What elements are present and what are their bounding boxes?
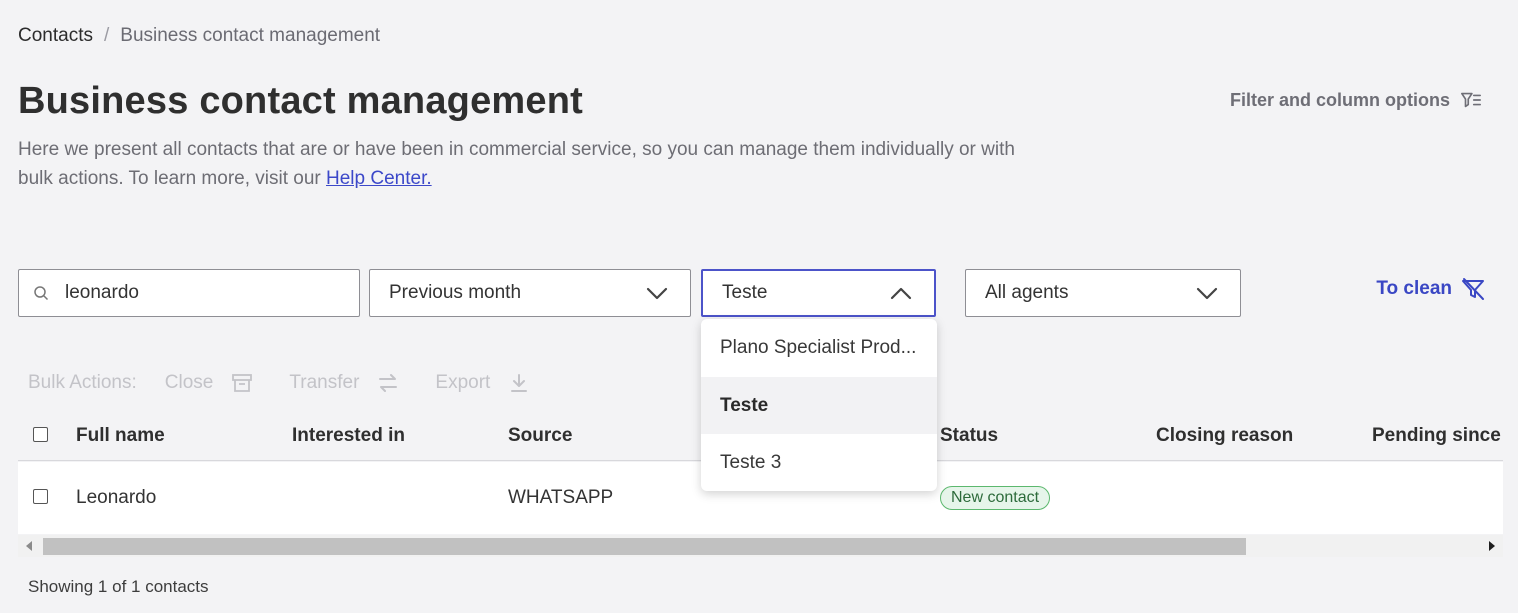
bulk-export-button[interactable]: Export — [435, 372, 530, 394]
results-summary: Showing 1 of 1 contacts — [28, 577, 209, 596]
search-field[interactable]: leonardo — [18, 269, 360, 317]
horizontal-scrollbar[interactable] — [18, 535, 1503, 557]
filter-column-options-label: Filter and column options — [1230, 89, 1450, 110]
bulk-export-label: Export — [435, 372, 491, 393]
plan-select[interactable]: Teste — [701, 269, 936, 317]
bulk-actions-label: Bulk Actions: — [28, 372, 137, 393]
chevron-down-icon — [1196, 287, 1218, 300]
column-header[interactable]: Status — [940, 412, 998, 459]
plan-select-value: Teste — [722, 282, 768, 303]
column-header[interactable]: Full name — [76, 412, 165, 459]
date-range-select[interactable]: Previous month — [369, 269, 691, 317]
column-header[interactable]: Closing reason — [1156, 412, 1293, 459]
download-icon — [511, 374, 528, 392]
column-header[interactable]: Interested in — [292, 412, 405, 459]
bulk-actions-bar: Bulk Actions: Close Transfer Export — [28, 372, 566, 394]
plan-dropdown-menu: Plano Specialist Prod... Teste Teste 3 — [701, 319, 937, 491]
breadcrumb: Contacts / Business contact management — [18, 25, 380, 47]
breadcrumb-current: Business contact management — [120, 25, 381, 46]
breadcrumb-separator: / — [103, 25, 110, 46]
scrollbar-thumb[interactable] — [43, 538, 1246, 555]
status-badge: New contact — [940, 486, 1051, 510]
breadcrumb-contacts-link[interactable]: Contacts — [18, 25, 93, 47]
scroll-left-arrow-icon[interactable] — [26, 541, 32, 551]
description-text: Here we present all contacts that are or… — [18, 139, 1015, 189]
search-icon — [34, 286, 49, 301]
cell-source: WHATSAPP — [508, 487, 614, 508]
bulk-transfer-button[interactable]: Transfer — [289, 372, 399, 394]
clean-filters-label: To clean — [1376, 278, 1452, 299]
search-input-value[interactable]: leonardo — [65, 282, 139, 304]
filter-column-options-button[interactable]: Filter and column options — [1230, 89, 1482, 111]
bulk-transfer-label: Transfer — [289, 372, 360, 393]
select-all-checkbox[interactable] — [33, 427, 48, 442]
agents-select-value: All agents — [985, 282, 1069, 303]
filter-list-icon — [1461, 92, 1481, 108]
bulk-close-button[interactable]: Close — [165, 372, 254, 394]
transfer-icon — [379, 374, 398, 392]
dropdown-option-selected[interactable]: Teste — [701, 376, 937, 434]
help-center-link[interactable]: Help Center. — [326, 168, 432, 189]
dropdown-option[interactable]: Plano Specialist Prod... — [701, 319, 937, 377]
agents-select[interactable]: All agents — [965, 269, 1241, 317]
row-checkbox[interactable] — [33, 489, 48, 504]
column-header[interactable]: Pending since — [1372, 412, 1501, 459]
scroll-right-arrow-icon[interactable] — [1489, 541, 1495, 551]
bulk-close-label: Close — [164, 372, 214, 393]
cell-full-name: Leonardo — [76, 487, 157, 508]
archive-icon — [232, 374, 253, 392]
clean-filters-button[interactable]: To clean — [1376, 276, 1486, 302]
page: Contacts / Business contact management B… — [0, 0, 1518, 613]
filter-off-icon — [1462, 278, 1484, 300]
page-title: Business contact management — [18, 80, 584, 122]
dropdown-option[interactable]: Teste 3 — [701, 434, 937, 491]
chevron-up-icon — [890, 287, 912, 300]
date-range-value: Previous month — [389, 282, 522, 303]
column-header[interactable]: Source — [508, 412, 572, 459]
page-description: Here we present all contacts that are or… — [18, 135, 1018, 193]
chevron-down-icon — [646, 287, 668, 300]
